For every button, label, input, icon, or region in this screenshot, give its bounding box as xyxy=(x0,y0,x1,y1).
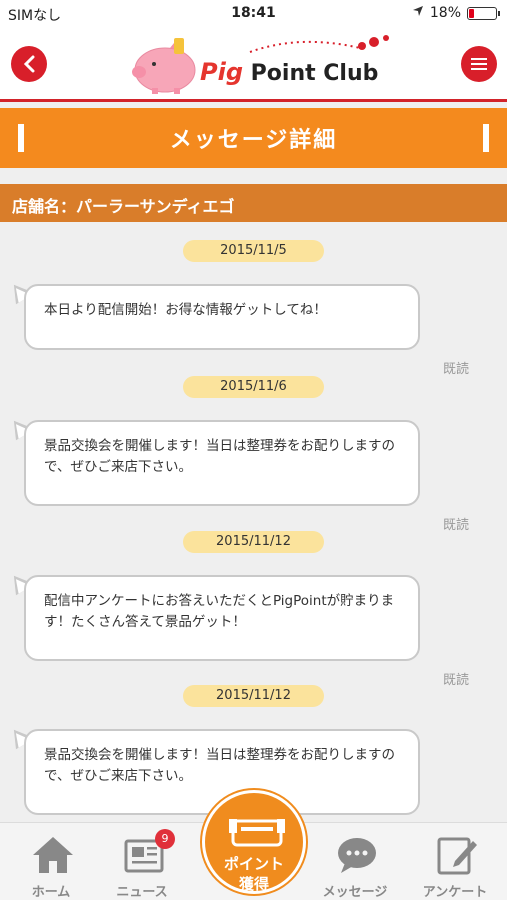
read-status: 既読 xyxy=(443,518,470,533)
news-badge: 9 xyxy=(155,829,175,849)
message-bubble[interactable]: 本日より配信開始！お得な情報ゲットしてね！ xyxy=(24,284,420,350)
battery-fill xyxy=(469,8,475,18)
back-button[interactable] xyxy=(11,46,47,82)
hamburger-icon xyxy=(471,58,487,70)
menu-button[interactable] xyxy=(461,46,497,82)
status-bar: SIMなし 18:41 18% xyxy=(0,0,507,28)
chat-bubble-icon xyxy=(338,838,376,873)
tab-news-label: ニュース xyxy=(116,885,168,900)
read-status: 既読 xyxy=(443,362,470,377)
page-title-bar: メッセージ詳細 xyxy=(0,108,507,168)
store-name-bar: 店舗名：パーラーサンディエゴ xyxy=(0,184,507,222)
message-bubble[interactable]: 配信中アンケートにお答えいただくとPigPointが貯まります！たくさん答えて景… xyxy=(24,575,420,661)
points-label-line1: ポイント xyxy=(223,855,284,873)
chevron-left-icon xyxy=(23,55,35,73)
pencil-note-icon xyxy=(437,837,477,875)
tab-message-label: メッセージ xyxy=(322,885,388,900)
date-pill: 2015/11/12 xyxy=(183,531,324,553)
battery-icon xyxy=(467,6,500,20)
app-logo: Pig Point Club xyxy=(130,34,395,96)
tab-home[interactable]: ホーム xyxy=(6,829,96,900)
tab-points-button[interactable]: ポイント 獲得 xyxy=(202,790,306,894)
title-decoration-left xyxy=(18,124,24,152)
date-pill: 2015/11/5 xyxy=(183,240,324,262)
tab-home-label: ホーム xyxy=(31,885,71,900)
page-title: メッセージ詳細 xyxy=(169,128,338,153)
tab-survey-label: アンケート xyxy=(422,885,488,900)
message-list[interactable]: 2015/11/5 本日より配信開始！お得な情報ゲットしてね！ 既読 2015/… xyxy=(0,222,507,822)
battery-percent: 18% xyxy=(429,5,461,21)
home-icon xyxy=(33,837,73,873)
logo-pig-text: Pig xyxy=(200,58,243,86)
app-header: Pig Point Club xyxy=(0,28,507,102)
tab-news[interactable]: 9 ニュース xyxy=(97,829,187,900)
logo-point-club-text: Point Club xyxy=(250,61,379,86)
read-status: 既読 xyxy=(443,673,470,688)
location-icon xyxy=(412,5,424,21)
title-decoration-right xyxy=(483,124,489,152)
points-label-line2: 獲得 xyxy=(238,875,269,893)
pig-icon xyxy=(229,819,285,847)
status-right: 18% xyxy=(412,5,500,21)
tab-survey[interactable]: アンケート xyxy=(410,829,500,900)
date-pill: 2015/11/12 xyxy=(183,685,324,707)
tab-message[interactable]: メッセージ xyxy=(310,829,400,900)
date-pill: 2015/11/6 xyxy=(183,376,324,398)
logo-wordmark: Pig Point Club xyxy=(200,58,378,86)
message-bubble[interactable]: 景品交換会を開催します！当日は整理券をお配りしますので、ぜひご来店下さい。 xyxy=(24,420,420,506)
